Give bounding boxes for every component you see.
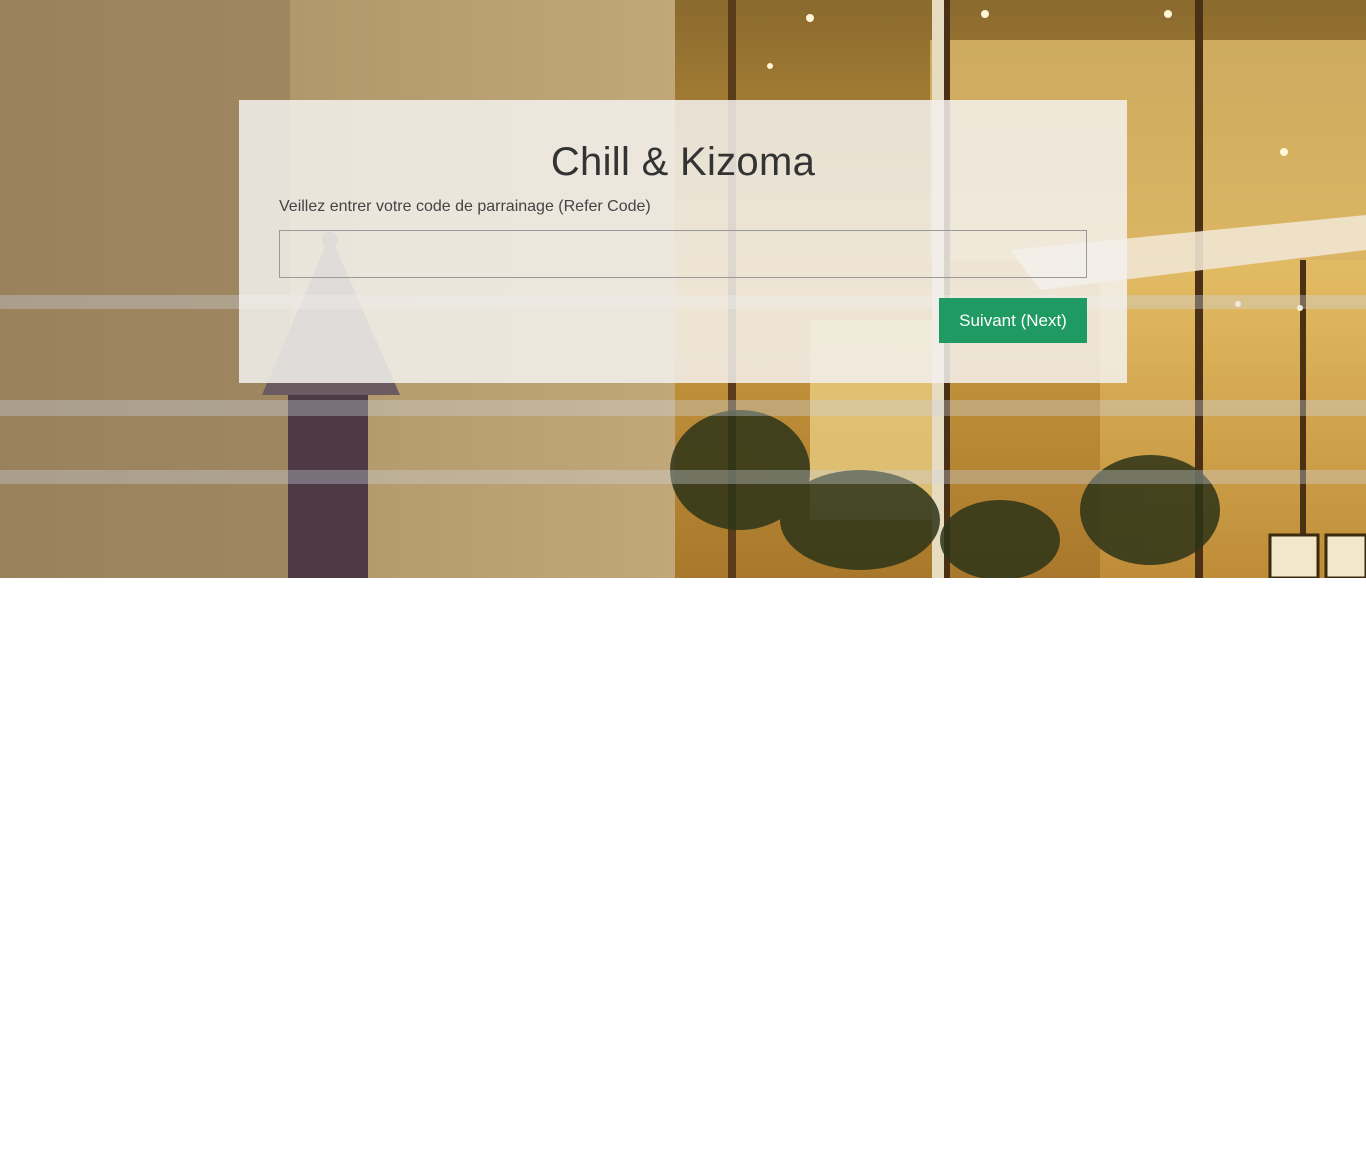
refer-code-card: Chill & Kizoma Veillez entrer votre code… [239, 100, 1127, 383]
next-button[interactable]: Suivant (Next) [939, 298, 1087, 343]
refer-code-input[interactable] [279, 230, 1087, 278]
page-title: Chill & Kizoma [550, 140, 816, 184]
refer-code-label: Veillez entrer votre code de parrainage … [279, 198, 651, 215]
